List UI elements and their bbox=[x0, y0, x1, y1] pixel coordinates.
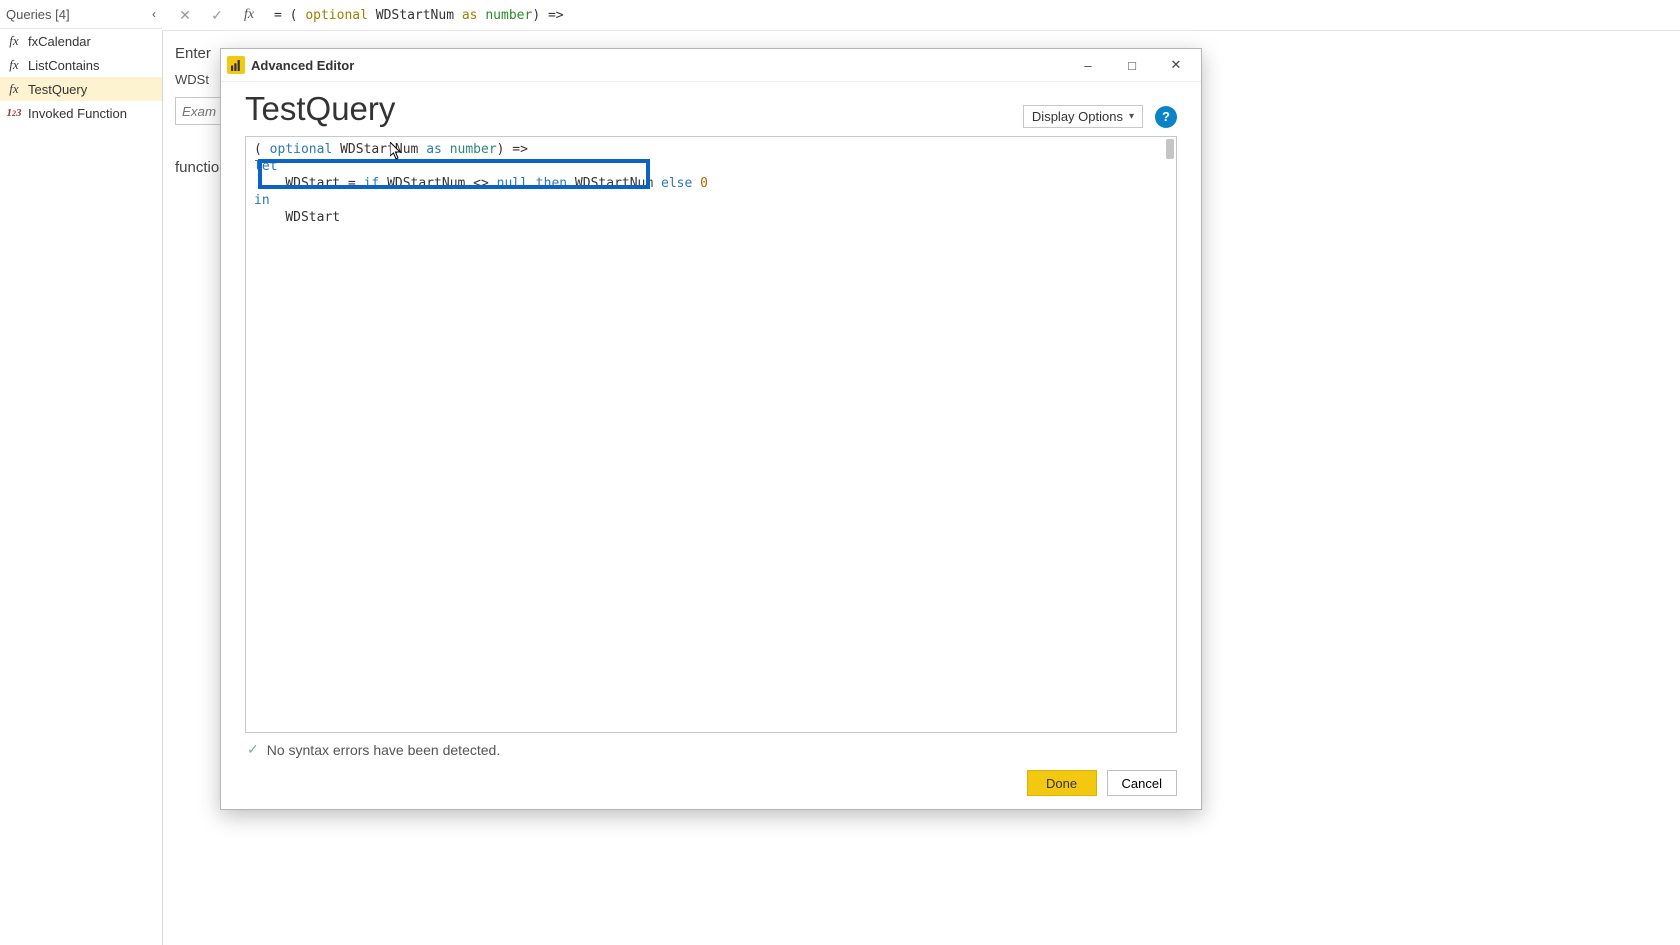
check-icon: ✓ bbox=[247, 741, 259, 758]
queries-panel: Queries [4] ‹ fx fxCalendar fx ListConta… bbox=[0, 0, 163, 945]
fx-icon[interactable]: fx bbox=[238, 4, 260, 26]
query-item[interactable]: 123 Invoked Function bbox=[0, 101, 162, 125]
display-options-dropdown[interactable]: Display Options ▾ bbox=[1023, 105, 1143, 128]
query-label: Invoked Function bbox=[28, 106, 127, 121]
done-button[interactable]: Done bbox=[1027, 770, 1097, 796]
fx-icon: fx bbox=[6, 57, 22, 73]
query-item-selected[interactable]: fx TestQuery bbox=[0, 77, 162, 101]
maximize-icon[interactable]: □ bbox=[1113, 50, 1151, 80]
queries-header-label: Queries [4] bbox=[6, 7, 70, 22]
close-icon[interactable]: ✕ bbox=[1157, 50, 1195, 80]
formula-token: ( bbox=[290, 8, 306, 23]
powerbi-icon bbox=[227, 56, 245, 74]
query-label: TestQuery bbox=[28, 82, 87, 97]
query-label: fxCalendar bbox=[28, 34, 91, 49]
formula-token: = bbox=[274, 8, 282, 23]
advanced-editor-dialog: Advanced Editor – □ ✕ TestQuery Display … bbox=[220, 48, 1202, 810]
cancel-button[interactable]: Cancel bbox=[1107, 770, 1177, 796]
fx-icon: fx bbox=[6, 81, 22, 97]
formula-token: ) => bbox=[532, 8, 563, 23]
chevron-down-icon: ▾ bbox=[1129, 111, 1134, 122]
chevron-left-icon[interactable]: ‹ bbox=[152, 7, 156, 21]
dialog-window-title: Advanced Editor bbox=[251, 58, 354, 73]
code-line: ( optional WDStartNum as number) => bbox=[254, 141, 1168, 158]
display-options-label: Display Options bbox=[1032, 109, 1123, 124]
syntax-status: ✓ No syntax errors have been detected. bbox=[245, 733, 1177, 762]
query-label: ListContains bbox=[28, 58, 100, 73]
formula-token: number bbox=[485, 8, 532, 23]
fx-icon: fx bbox=[6, 33, 22, 49]
dialog-title: TestQuery bbox=[245, 90, 395, 128]
commit-edit-icon[interactable]: ✓ bbox=[206, 4, 228, 26]
code-line: in bbox=[254, 192, 1168, 209]
formula-bar: ✕ ✓ fx = ( optional WDStartNum as number… bbox=[162, 0, 1680, 31]
minimize-icon[interactable]: – bbox=[1069, 50, 1107, 80]
query-item[interactable]: fx ListContains bbox=[0, 53, 162, 77]
syntax-status-text: No syntax errors have been detected. bbox=[267, 742, 500, 758]
formula-token: as bbox=[462, 8, 478, 23]
formula-token: optional bbox=[305, 8, 368, 23]
code-line: let bbox=[254, 158, 1168, 175]
code-content: ( optional WDStartNum as number) => let … bbox=[246, 137, 1176, 230]
formula-token: WDStartNum bbox=[368, 8, 462, 23]
query-item[interactable]: fx fxCalendar bbox=[0, 29, 162, 53]
code-line: WDStart = if WDStartNum <> null then WDS… bbox=[254, 175, 1168, 192]
code-editor[interactable]: ( optional WDStartNum as number) => let … bbox=[245, 136, 1177, 733]
number-icon: 123 bbox=[6, 105, 22, 121]
queries-header: Queries [4] ‹ bbox=[0, 0, 162, 29]
code-line: WDStart bbox=[254, 209, 1168, 226]
dialog-titlebar[interactable]: Advanced Editor – □ ✕ bbox=[221, 49, 1201, 82]
cancel-edit-icon[interactable]: ✕ bbox=[174, 4, 196, 26]
dialog-button-row: Done Cancel bbox=[245, 762, 1177, 796]
help-icon[interactable]: ? bbox=[1155, 106, 1177, 128]
formula-bar-input[interactable]: = ( optional WDStartNum as number) => bbox=[274, 8, 1680, 23]
